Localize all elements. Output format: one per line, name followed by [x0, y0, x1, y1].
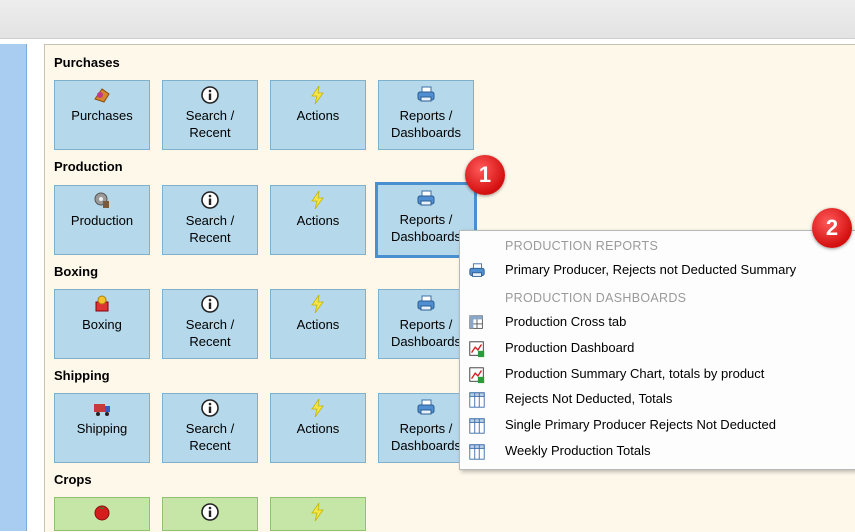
reports-dashboards-menu: PRODUCTION REPORTS Primary Producer, Rej… [459, 230, 855, 470]
tile-label: Actions [296, 317, 340, 332]
tile-purchases-search-recent[interactable]: Search / Recent [162, 80, 258, 150]
tile-production-actions[interactable]: Actions [270, 185, 366, 255]
grid-icon [468, 443, 486, 461]
tile-label: Shipping [76, 421, 128, 436]
tile-boxing[interactable]: Boxing [54, 289, 150, 359]
menu-item-weekly-production-totals[interactable]: Weekly Production Totals [460, 440, 855, 464]
purchases-icon [92, 85, 112, 105]
tile-label: Reports / Dashboards [390, 108, 462, 140]
info-icon [200, 85, 220, 105]
tile-label: Actions [296, 213, 340, 228]
tile-crops-search-recent[interactable] [162, 497, 258, 531]
section-label-shipping: Shipping [54, 368, 110, 383]
tile-boxing-actions[interactable]: Actions [270, 289, 366, 359]
info-icon [200, 294, 220, 314]
window-toolbar [0, 0, 855, 39]
menu-item-label: Rejects Not Deducted, Totals [505, 391, 673, 406]
info-icon [200, 502, 220, 522]
tile-label: Search / Recent [185, 108, 235, 140]
left-navigation-strip[interactable] [0, 44, 27, 531]
cross-tab-icon [468, 314, 486, 332]
tile-label: Search / Recent [185, 421, 235, 453]
menu-item-primary-producer-rejects-summary[interactable]: Primary Producer, Rejects not Deducted S… [460, 259, 855, 283]
menu-item-production-cross-tab[interactable]: Production Cross tab [460, 311, 855, 335]
tile-production-search-recent[interactable]: Search / Recent [162, 185, 258, 255]
tile-purchases-reports-dashboards[interactable]: Reports / Dashboards [378, 80, 474, 150]
info-icon [200, 398, 220, 418]
tile-label: Search / Recent [185, 317, 235, 349]
menu-item-label: Single Primary Producer Rejects Not Dedu… [505, 417, 776, 432]
menu-item-label: Production Cross tab [505, 314, 627, 329]
menu-header-production-dashboards: PRODUCTION DASHBOARDS [505, 291, 687, 305]
tile-shipping[interactable]: Shipping [54, 393, 150, 463]
menu-item-label: Production Summary Chart, totals by prod… [505, 366, 765, 381]
annotation-badge-1: 1 [465, 155, 505, 195]
dashboard-chart-icon [468, 340, 486, 358]
production-icon [92, 190, 112, 210]
menu-item-production-summary-chart[interactable]: Production Summary Chart, totals by prod… [460, 363, 855, 387]
tile-shipping-search-recent[interactable]: Search / Recent [162, 393, 258, 463]
tile-production[interactable]: Production [54, 185, 150, 255]
section-label-production: Production [54, 159, 123, 174]
tile-crops-actions[interactable] [270, 497, 366, 531]
tile-label: Reports / Dashboards [390, 317, 462, 349]
printer-icon [416, 85, 436, 105]
section-label-crops: Crops [54, 472, 92, 487]
printer-icon [468, 262, 486, 280]
tile-boxing-search-recent[interactable]: Search / Recent [162, 289, 258, 359]
tile-label: Actions [296, 108, 340, 123]
lightning-icon [308, 190, 328, 210]
tile-label: Search / Recent [185, 213, 235, 245]
tile-crops[interactable] [54, 497, 150, 531]
tile-label: Reports / Dashboards [390, 421, 462, 453]
tile-label: Production [70, 213, 134, 228]
tile-label: Reports / Dashboards [390, 212, 462, 244]
tile-purchases[interactable]: Purchases [54, 80, 150, 150]
info-icon [200, 190, 220, 210]
printer-icon [416, 189, 436, 209]
tile-shipping-actions[interactable]: Actions [270, 393, 366, 463]
grid-icon [468, 417, 486, 435]
grid-icon [468, 391, 486, 409]
menu-item-label: Production Dashboard [505, 340, 635, 355]
menu-header-production-reports: PRODUCTION REPORTS [505, 239, 659, 253]
dashboard-chart-icon [468, 366, 486, 384]
menu-item-production-dashboard[interactable]: Production Dashboard [460, 337, 855, 361]
printer-icon [416, 294, 436, 314]
tile-label: Actions [296, 421, 340, 436]
printer-icon [416, 398, 436, 418]
lightning-icon [308, 502, 328, 522]
tile-purchases-actions[interactable]: Actions [270, 80, 366, 150]
lightning-icon [308, 294, 328, 314]
lightning-icon [308, 398, 328, 418]
tile-label: Boxing [82, 317, 122, 332]
menu-item-rejects-not-deducted-totals[interactable]: Rejects Not Deducted, Totals [460, 388, 855, 412]
boxing-icon [92, 294, 112, 314]
annotation-badge-2: 2 [812, 208, 852, 248]
shipping-icon [92, 398, 112, 418]
menu-item-single-primary-producer-rejects[interactable]: Single Primary Producer Rejects Not Dedu… [460, 414, 855, 438]
tile-label: Purchases [71, 108, 133, 123]
section-label-purchases: Purchases [54, 55, 120, 70]
lightning-icon [308, 85, 328, 105]
section-label-boxing: Boxing [54, 264, 99, 279]
menu-item-label: Primary Producer, Rejects not Deducted S… [505, 262, 797, 277]
tomato-icon [92, 502, 112, 522]
menu-item-label: Weekly Production Totals [505, 443, 651, 458]
